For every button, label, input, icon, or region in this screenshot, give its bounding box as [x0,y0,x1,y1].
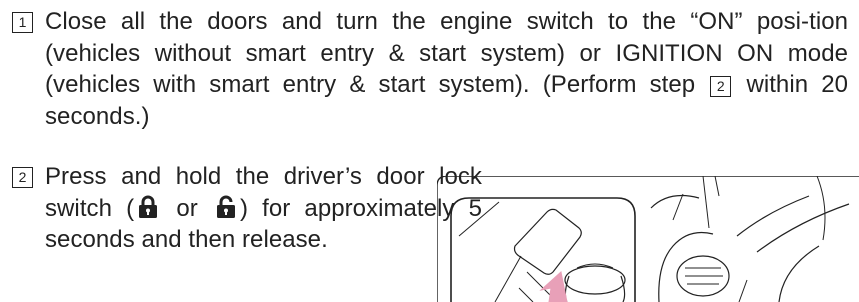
step-2-text: Press and hold the driver’s door lock sw… [45,161,482,256]
press-arrow-icon [539,271,568,302]
step-2: 2 Press and hold the driver’s door lock … [12,161,482,256]
step-1-text: Close all the doors and turn the engine … [45,6,848,132]
padlock-locked-icon [138,195,158,219]
step-1: 1 Close all the doors and turn the engin… [12,6,848,132]
steering-wheel-edge [756,203,850,253]
step-2-or: or [176,194,198,222]
padlock-unlocked-icon [216,195,236,219]
zoom-callout-box [450,197,636,302]
illustration-frame [437,176,859,187]
illustration-svg [437,176,859,302]
step-number-badge: 2 [12,167,33,188]
lock-switch-button [513,208,582,275]
door-switch-illustration [437,176,859,302]
step-number-badge: 1 [12,12,33,33]
window-knob [564,265,626,295]
step-reference-badge: 2 [710,76,732,97]
